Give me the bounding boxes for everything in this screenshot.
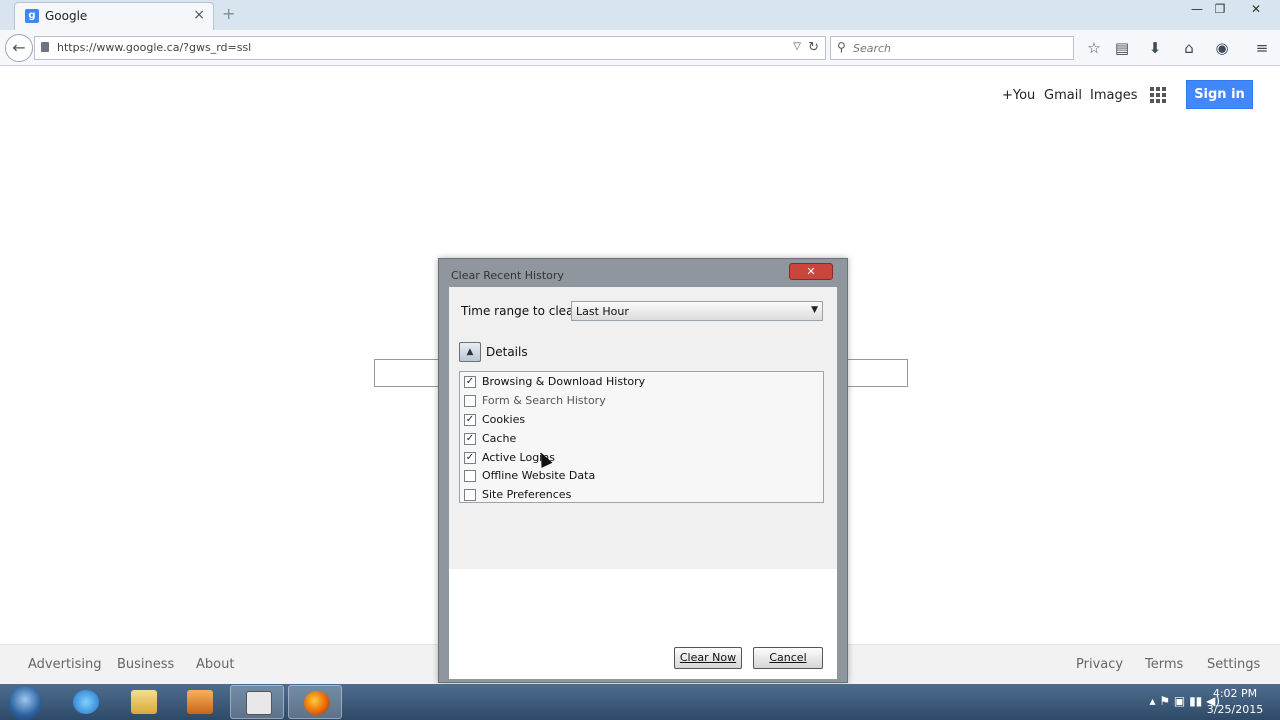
apps-grid-icon[interactable] — [1150, 87, 1166, 103]
downloads-icon[interactable]: ⬇ — [1145, 38, 1165, 58]
checkbox[interactable]: ✓ — [464, 433, 476, 445]
folder-icon — [131, 690, 157, 714]
details-label: Details — [486, 345, 528, 359]
footer-settings-link[interactable]: Settings — [1207, 657, 1260, 672]
footer-terms-link[interactable]: Terms — [1145, 657, 1183, 672]
item-label: Form & Search History — [482, 394, 606, 407]
recorder-taskbar-button[interactable] — [230, 685, 284, 719]
taskbar-clock[interactable]: 4:02 PM 3/25/2015 — [1200, 686, 1270, 718]
clear-now-button[interactable]: Clear Now — [674, 647, 742, 669]
checkbox[interactable]: ✓ — [464, 452, 476, 464]
item-label: Offline Website Data — [482, 469, 596, 482]
back-button[interactable]: ← — [5, 34, 33, 62]
gmail-link[interactable]: Gmail — [1044, 88, 1082, 103]
reload-icon[interactable]: ↻ — [808, 40, 819, 55]
item-label: Site Preferences — [482, 488, 572, 501]
start-button[interactable] — [8, 686, 42, 720]
dialog-body: Time range to clear: Last Hour ▼ ▲ Detai… — [449, 287, 837, 679]
time-range-value: Last Hour — [576, 305, 629, 318]
history-items-list: ✓ Browsing & Download History Form & Sea… — [459, 371, 824, 503]
home-icon[interactable]: ⌂ — [1179, 38, 1199, 58]
chat-icon[interactable]: ◉ — [1212, 38, 1232, 58]
search-bar[interactable]: ⚲ Search — [830, 36, 1074, 60]
footer-privacy-link[interactable]: Privacy — [1076, 657, 1123, 672]
footer-business-link[interactable]: Business — [117, 657, 174, 672]
item-label: Browsing & Download History — [482, 375, 646, 388]
footer-advertising-link[interactable]: Advertising — [28, 657, 102, 672]
tab-google[interactable]: g Google × — [14, 2, 214, 30]
images-link[interactable]: Images — [1090, 88, 1138, 103]
time-range-select[interactable]: Last Hour ▼ — [571, 301, 823, 321]
sign-in-button[interactable]: Sign in — [1186, 80, 1253, 109]
browser-title-bar: g Google × + — ❐ ✕ — [0, 0, 1280, 30]
restore-button[interactable]: ❐ — [1205, 0, 1235, 18]
checkbox[interactable] — [464, 470, 476, 482]
internet-explorer-taskbar-button[interactable] — [58, 685, 112, 719]
item-label: Cache — [482, 432, 517, 445]
url-bar[interactable]: https://www.google.ca/?gws_rd=ssl ▽ ↻ — [34, 36, 826, 60]
clear-history-dialog: Clear Recent History ✕ Time range to cle… — [438, 258, 848, 683]
plus-you-link[interactable]: +You — [1002, 88, 1035, 103]
checkbox[interactable]: ✓ — [464, 376, 476, 388]
file-explorer-taskbar-button[interactable] — [116, 685, 170, 719]
search-icon: ⚲ — [837, 40, 846, 54]
bookmark-star-icon[interactable]: ☆ — [1084, 38, 1104, 58]
bookmarks-list-icon[interactable]: ▤ — [1112, 38, 1132, 58]
details-toggle-button[interactable]: ▲ — [459, 342, 481, 362]
url-text: https://www.google.ca/?gws_rd=ssl — [57, 41, 252, 54]
clock-time: 4:02 PM — [1212, 687, 1258, 700]
clock-date: 3/25/2015 — [1206, 703, 1264, 716]
search-placeholder: Search — [853, 42, 892, 55]
media-player-taskbar-button[interactable] — [172, 685, 226, 719]
item-label: Cookies — [482, 413, 526, 426]
media-player-icon — [187, 690, 213, 714]
checkbox[interactable] — [464, 489, 476, 501]
google-favicon-icon: g — [25, 9, 39, 23]
cancel-button[interactable]: Cancel — [753, 647, 823, 669]
tab-title: Google — [45, 9, 88, 23]
url-dropdown-icon[interactable]: ▽ — [793, 41, 801, 52]
internet-explorer-icon — [73, 690, 99, 714]
dialog-title: Clear Recent History — [451, 269, 564, 282]
menu-icon[interactable]: ≡ — [1252, 38, 1272, 58]
close-window-button[interactable]: ✕ — [1236, 0, 1276, 18]
footer-about-link[interactable]: About — [196, 657, 234, 672]
navigation-toolbar: ← https://www.google.ca/?gws_rd=ssl ▽ ↻ … — [0, 30, 1280, 66]
dialog-close-button[interactable]: ✕ — [789, 263, 833, 280]
chevron-down-icon: ▼ — [811, 305, 818, 315]
checkbox[interactable]: ✓ — [464, 414, 476, 426]
search-box-right[interactable] — [846, 359, 908, 387]
search-box-left[interactable] — [374, 359, 440, 387]
firefox-taskbar-button[interactable] — [288, 685, 342, 719]
windows-taskbar: ▴ ⚑ ▣ ▮▮ ◀) 4:02 PM 3/25/2015 — [0, 684, 1280, 720]
checkbox[interactable] — [464, 395, 476, 407]
window-icon — [246, 691, 272, 715]
lock-icon — [41, 42, 49, 52]
firefox-icon — [304, 691, 330, 715]
time-range-label: Time range to clear: — [461, 304, 583, 318]
tab-close-icon[interactable]: × — [193, 7, 205, 23]
new-tab-button[interactable]: + — [222, 4, 235, 23]
